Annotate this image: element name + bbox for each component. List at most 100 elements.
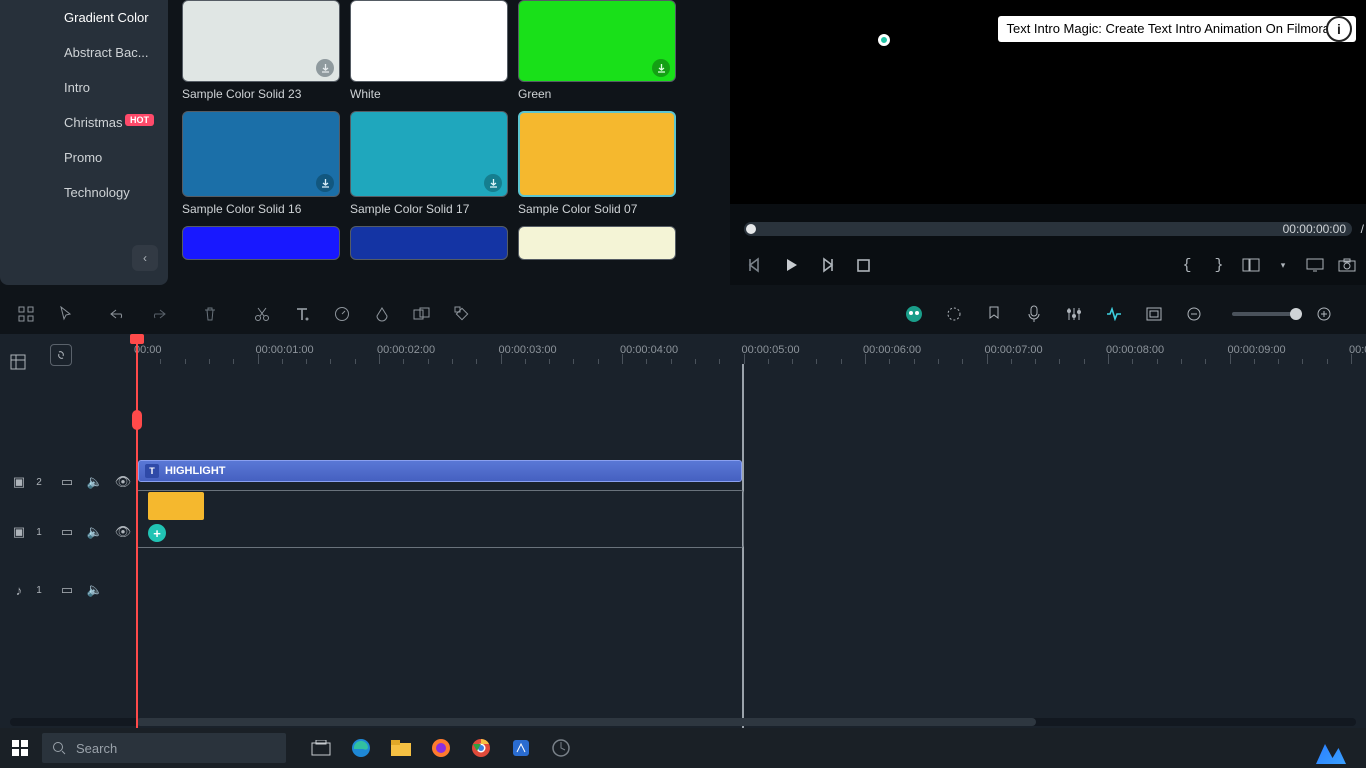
redo-button[interactable] xyxy=(146,302,170,326)
thumbnail-label: Sample Color Solid 17 xyxy=(350,197,508,226)
start-button[interactable] xyxy=(0,728,40,768)
visibility-icon[interactable]: 👁 xyxy=(114,474,132,490)
aspect-chevron-icon[interactable]: ▾ xyxy=(1272,254,1294,276)
marker-button[interactable] xyxy=(982,302,1006,326)
highlight-text-clip[interactable]: T HIGHLIGHT xyxy=(138,460,742,482)
category-sidebar: Gradient Color Abstract Bac... Intro Chr… xyxy=(0,0,168,285)
audio-mixer-button[interactable] xyxy=(1062,302,1086,326)
asset-thumbnail[interactable] xyxy=(518,0,676,82)
taskbar-search[interactable]: Search xyxy=(42,733,286,763)
ai-button[interactable] xyxy=(902,302,926,326)
asset-thumbnail[interactable] xyxy=(182,226,340,260)
app-icon-2[interactable] xyxy=(546,733,576,763)
sidebar-item-promo[interactable]: Promo xyxy=(0,140,168,175)
stop-button[interactable] xyxy=(852,254,874,276)
timeline-scroll-thumb[interactable] xyxy=(136,718,1036,726)
yellow-color-clip[interactable] xyxy=(148,492,204,520)
scrub-handle[interactable] xyxy=(746,224,756,234)
select-tool-button[interactable] xyxy=(54,302,78,326)
timeline-scrollbar[interactable] xyxy=(10,718,1356,726)
preview-right-controls: { } ▾ xyxy=(1176,254,1358,276)
snapshot-button[interactable] xyxy=(1336,254,1358,276)
download-icon[interactable] xyxy=(484,174,502,192)
delete-button[interactable] xyxy=(198,302,222,326)
auto-beat-button[interactable] xyxy=(1102,302,1126,326)
track-number: 1 xyxy=(30,585,48,596)
timecode-slash: / xyxy=(1361,222,1364,236)
asset-thumbnail[interactable] xyxy=(518,226,676,260)
playhead[interactable] xyxy=(136,334,138,728)
search-icon xyxy=(52,741,66,755)
next-frame-button[interactable] xyxy=(816,254,838,276)
sidebar-item-abstract[interactable]: Abstract Bac... xyxy=(0,35,168,70)
video-icon: ▣ xyxy=(10,474,28,490)
sidebar-item-gradient[interactable]: Gradient Color xyxy=(0,0,168,35)
asset-thumbnail[interactable] xyxy=(350,226,508,260)
download-icon[interactable] xyxy=(316,174,334,192)
track-options-icon[interactable] xyxy=(10,354,28,370)
time-ruler[interactable]: 00:0000:00:01:0000:00:02:0000:00:03:0000… xyxy=(136,334,1366,364)
display-button[interactable] xyxy=(1304,254,1326,276)
asset-thumbnail[interactable] xyxy=(350,0,508,82)
sidebar-item-technology[interactable]: Technology xyxy=(0,175,168,210)
asset-thumbnail[interactable] xyxy=(350,111,508,197)
split-button[interactable] xyxy=(250,302,274,326)
download-icon[interactable] xyxy=(652,59,670,77)
folder-icon[interactable]: ▭ xyxy=(58,524,76,540)
mute-icon[interactable]: 🔈 xyxy=(86,474,104,490)
group-button[interactable] xyxy=(410,302,434,326)
asset-thumbnail[interactable] xyxy=(182,0,340,82)
sidebar-item-christmas[interactable]: Christmas HOT xyxy=(0,105,168,140)
zoom-in-button[interactable] xyxy=(1312,302,1336,326)
windows-taskbar: Search xyxy=(0,728,1366,768)
visibility-icon[interactable]: 👁 xyxy=(114,524,132,540)
speed-button[interactable] xyxy=(330,302,354,326)
collapse-sidebar-button[interactable]: ‹ xyxy=(132,245,158,271)
preview-panel: Text Intro Magic: Create Text Intro Anim… xyxy=(730,0,1366,285)
main-video-track-region[interactable] xyxy=(136,490,744,548)
chrome-icon[interactable] xyxy=(466,733,496,763)
playhead-handle[interactable] xyxy=(132,410,142,430)
enhance-button[interactable] xyxy=(942,302,966,326)
zoom-handle[interactable] xyxy=(1290,308,1302,320)
link-tracks-button[interactable] xyxy=(50,344,72,366)
info-icon[interactable]: i xyxy=(1326,16,1352,42)
play-button[interactable] xyxy=(780,254,802,276)
app-icon-1[interactable] xyxy=(506,733,536,763)
prev-frame-button[interactable] xyxy=(744,254,766,276)
mark-out-button[interactable]: } xyxy=(1208,254,1230,276)
add-clip-indicator[interactable]: + xyxy=(148,524,166,542)
voiceover-button[interactable] xyxy=(1022,302,1046,326)
thumbnail-label: Sample Color Solid 07 xyxy=(518,197,676,226)
explorer-icon[interactable] xyxy=(386,733,416,763)
match-frame-button[interactable] xyxy=(14,302,38,326)
mute-icon[interactable]: 🔈 xyxy=(86,524,104,540)
asset-thumbnail[interactable] xyxy=(182,111,340,197)
sidebar-item-intro[interactable]: Intro xyxy=(0,70,168,105)
keyframe-button[interactable] xyxy=(450,302,474,326)
zoom-out-button[interactable] xyxy=(1182,302,1206,326)
playhead-head[interactable] xyxy=(130,334,144,344)
folder-icon[interactable]: ▭ xyxy=(58,474,76,490)
undo-button[interactable] xyxy=(106,302,130,326)
asset-thumbnail[interactable] xyxy=(518,111,676,197)
color-button[interactable] xyxy=(370,302,394,326)
ruler-mark: 00:00:07:00 xyxy=(985,344,1043,356)
download-icon[interactable] xyxy=(316,59,334,77)
selection-handle[interactable] xyxy=(878,34,890,46)
audio-track-1-head: ♪1 ▭ 🔈 xyxy=(10,574,104,606)
text-button[interactable] xyxy=(290,302,314,326)
zoom-slider[interactable] xyxy=(1232,312,1302,316)
folder-icon[interactable]: ▭ xyxy=(58,582,76,598)
crop-button[interactable] xyxy=(1142,302,1166,326)
ruler-mark: 00:00:03:00 xyxy=(499,344,557,356)
aspect-button[interactable] xyxy=(1240,254,1262,276)
thumbnail-label: White xyxy=(350,82,508,111)
edge-icon[interactable] xyxy=(346,733,376,763)
thumbnail-label: Sample Color Solid 16 xyxy=(182,197,340,226)
mark-in-button[interactable]: { xyxy=(1176,254,1198,276)
mute-icon[interactable]: 🔈 xyxy=(86,582,104,598)
preview-scrubber[interactable] xyxy=(744,222,1352,236)
firefox-icon[interactable] xyxy=(426,733,456,763)
task-view-button[interactable] xyxy=(306,733,336,763)
